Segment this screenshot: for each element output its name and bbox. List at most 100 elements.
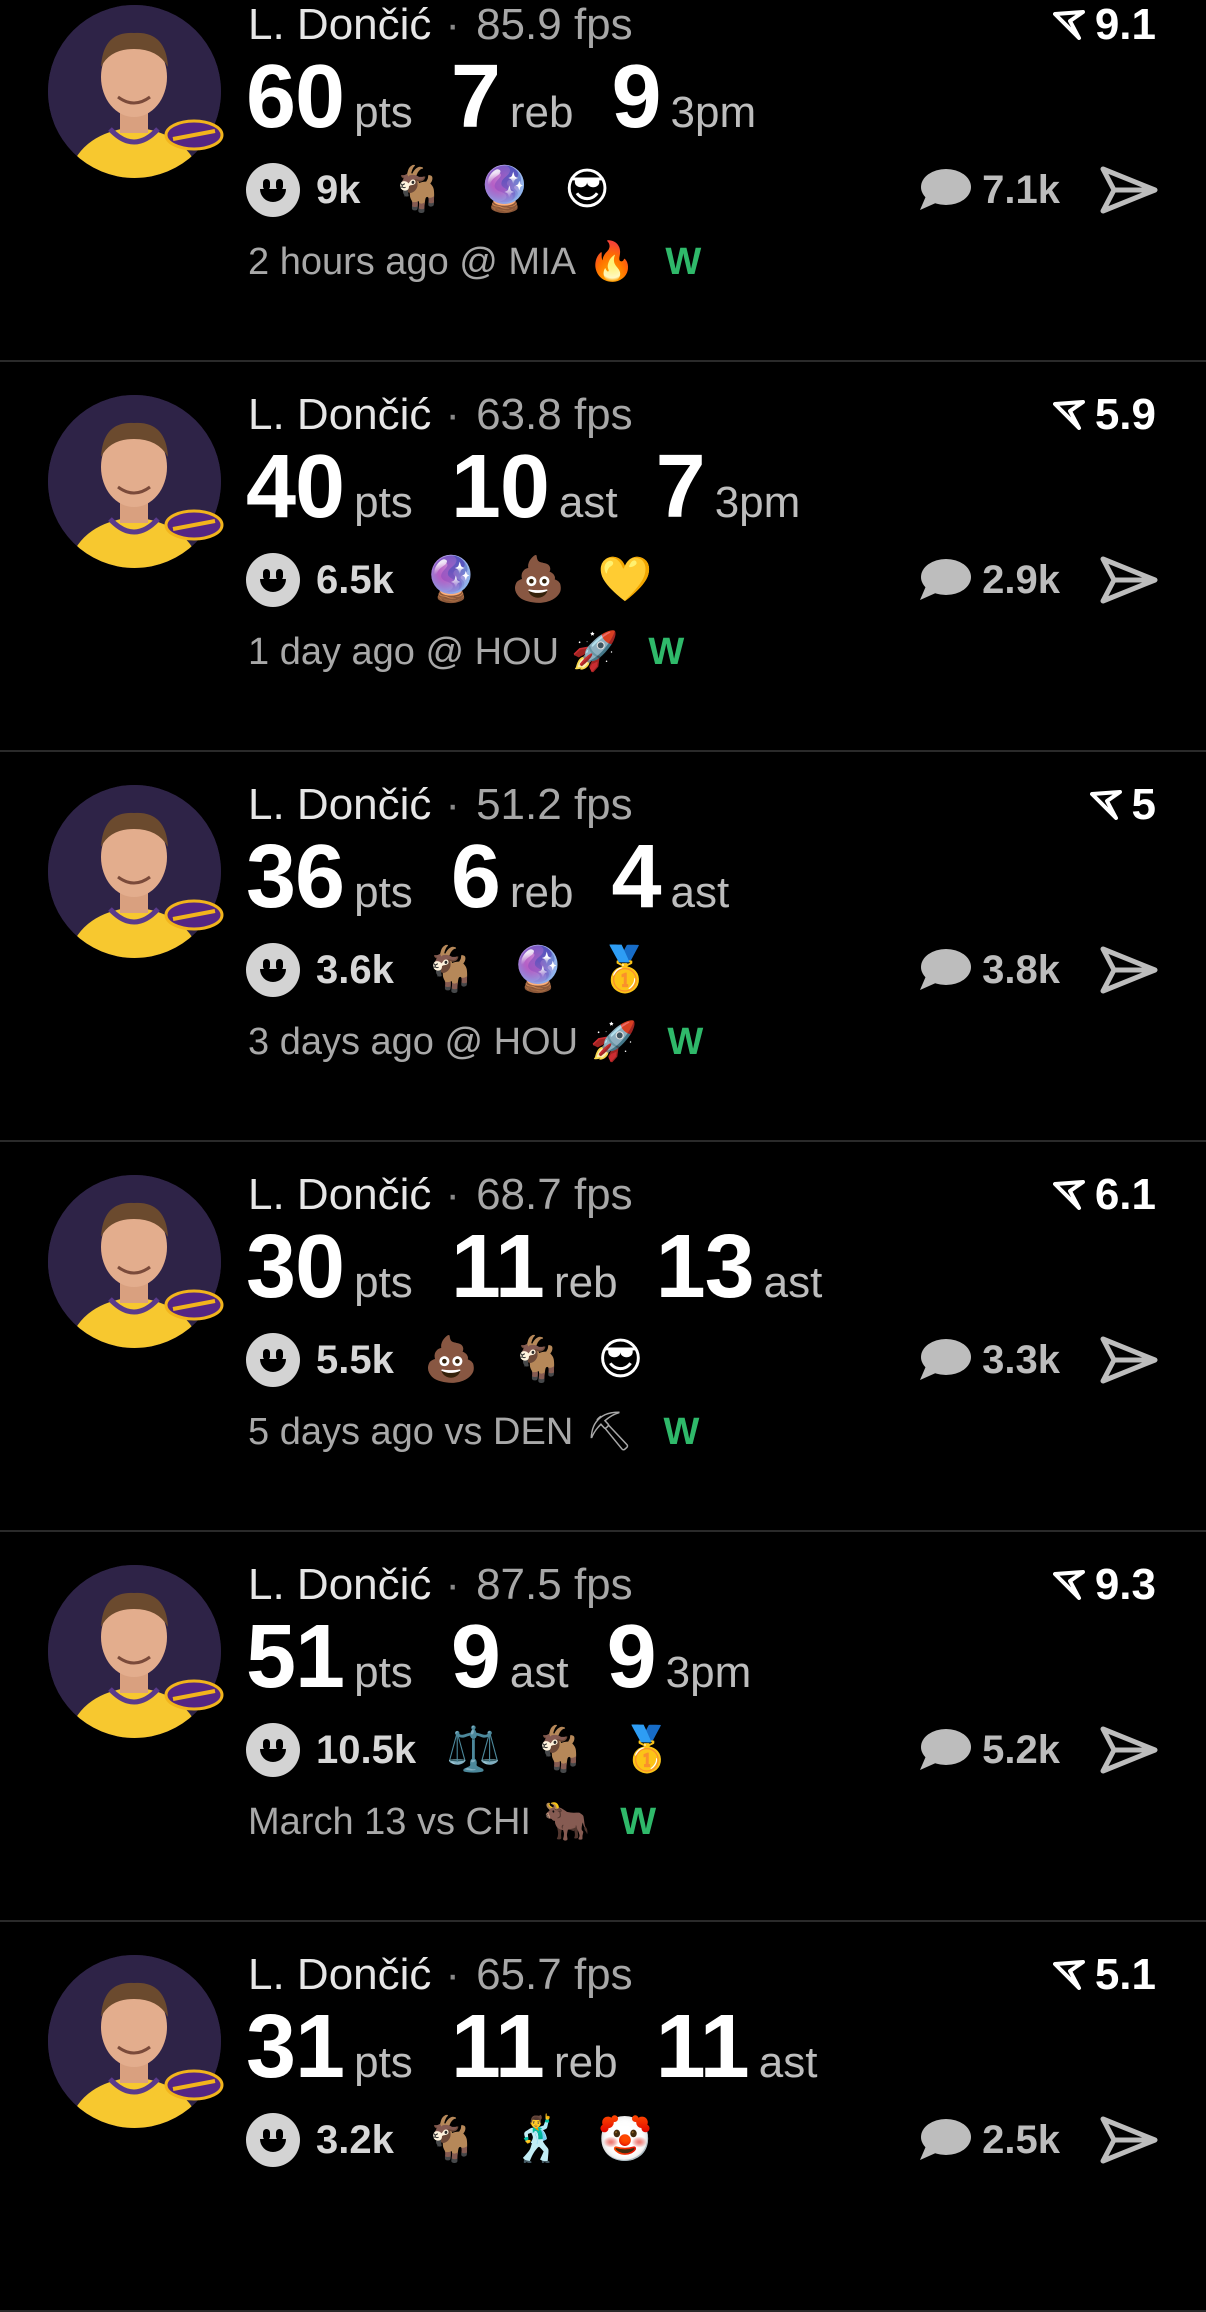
reaction-emojis: 🐐 🔮 🥇 (424, 948, 684, 992)
stat-value: 7 (450, 47, 501, 147)
player-name[interactable]: L. Dončić (248, 0, 431, 49)
reactions-bar: 5.5k 💩 🐐 😎 (246, 1330, 675, 1390)
reaction-emoji[interactable]: 🥇 (597, 945, 652, 994)
game-info: March 13 vs CHI 🐂 W (248, 1800, 656, 1844)
send-icon[interactable] (1100, 2114, 1158, 2166)
stat-label: reb (553, 1258, 618, 1307)
stat-label: pts (354, 868, 413, 917)
post-card-6[interactable]: L. Dončić · 65.7 fps 5.1 31 pts 11 reb 11 ast 3… (0, 1922, 1206, 2312)
game-result: W (648, 630, 685, 673)
comment-count: 2.5k (982, 2117, 1060, 2162)
stat-value: 30 (246, 1217, 345, 1317)
stat-label: pts (354, 2038, 413, 2087)
stat-value: 9 (606, 1607, 657, 1707)
post-card-5[interactable]: L. Dončić · 87.5 fps 9.3 51 pts 9 ast 9 3pm 10.… (0, 1532, 1206, 1922)
rating-flag-icon (1052, 400, 1085, 430)
reaction-count: 10.5k (316, 1727, 417, 1772)
stat-line: 60 pts 7 reb 9 3pm (246, 46, 794, 149)
stat-item: 7 reb (451, 46, 574, 149)
player-name[interactable]: L. Dončić (248, 1170, 431, 1219)
reaction-emoji[interactable]: 💩 (511, 555, 566, 604)
stat-value: 11 (450, 1217, 545, 1317)
reaction-emoji[interactable]: 💛 (597, 555, 652, 604)
rating: 9.1 (1052, 0, 1156, 50)
lakers-logo-icon (164, 1679, 224, 1711)
comment-bubble-icon[interactable] (916, 166, 972, 214)
opponent[interactable]: @ HOU (444, 1021, 578, 1064)
reaction-emoji[interactable]: 💩 (424, 1335, 479, 1384)
player-name[interactable]: L. Dončić (248, 780, 431, 829)
opponent[interactable]: @ HOU (425, 631, 559, 674)
reaction-emoji[interactable]: 😎 (597, 1335, 643, 1384)
reaction-face-icon[interactable] (246, 553, 300, 607)
stat-label: reb (509, 88, 574, 137)
reaction-emoji[interactable]: 🕺 (511, 2115, 566, 2164)
reaction-face-icon[interactable] (246, 163, 300, 217)
lakers-logo-icon (164, 899, 224, 931)
reaction-emoji[interactable]: 🐐 (391, 165, 446, 214)
reaction-emoji[interactable]: 🐐 (511, 1335, 566, 1384)
opponent[interactable]: @ MIA (459, 241, 576, 284)
reaction-emoji[interactable]: 😎 (564, 165, 610, 214)
comment-bubble-icon[interactable] (916, 556, 972, 604)
comment-bubble-icon[interactable] (916, 946, 972, 994)
fantasy-points: 68.7 fps (476, 1170, 633, 1219)
reaction-face-icon[interactable] (246, 1333, 300, 1387)
rating-value: 9.1 (1094, 0, 1156, 49)
stat-line: 40 pts 10 ast 7 3pm (246, 436, 838, 539)
opponent-logo-icon: 🚀 (590, 1021, 638, 1063)
send-icon[interactable] (1100, 1334, 1158, 1386)
rating-value: 6.1 (1094, 1170, 1156, 1219)
rating-flag-icon (1052, 1180, 1085, 1210)
reactions-bar: 3.2k 🐐 🕺 🤡 (246, 2110, 684, 2170)
separator-dot: · (445, 0, 461, 49)
post-card-3[interactable]: L. Dončić · 51.2 fps 5 36 pts 6 reb 4 ast 3.6k … (0, 752, 1206, 1142)
reaction-emoji[interactable]: 🔮 (424, 555, 479, 604)
reaction-face-icon[interactable] (246, 2113, 300, 2167)
post-actions: 7.1k (916, 160, 1158, 220)
reaction-emoji[interactable]: ⚖️ (446, 1725, 501, 1774)
post-card-2[interactable]: L. Dončić · 63.8 fps 5.9 40 pts 10 ast 7 3pm 6.… (0, 362, 1206, 752)
post-card-1[interactable]: L. Dončić · 85.9 fps 9.1 60 pts 7 reb 9 3pm 9k … (0, 0, 1206, 362)
comment-count: 2.9k (982, 557, 1060, 602)
stat-label: ast (509, 1648, 569, 1697)
stat-value: 31 (246, 1997, 345, 2097)
reaction-emoji[interactable]: 🤡 (597, 2115, 652, 2164)
reaction-emoji[interactable]: 🐐 (533, 1725, 588, 1774)
comment-bubble-icon[interactable] (916, 2116, 972, 2164)
reaction-emoji[interactable]: 🐐 (424, 945, 479, 994)
reaction-face-icon[interactable] (246, 943, 300, 997)
post-header: L. Dončić · 68.7 fps (248, 1170, 633, 1220)
rating: 5.9 (1052, 390, 1156, 440)
send-icon[interactable] (1100, 164, 1158, 216)
fantasy-points: 51.2 fps (476, 780, 633, 829)
opponent[interactable]: vs CHI (417, 1801, 531, 1844)
reaction-face-icon[interactable] (246, 1723, 300, 1777)
player-name[interactable]: L. Dončić (248, 1950, 431, 1999)
post-card-4[interactable]: L. Dončić · 68.7 fps 6.1 30 pts 11 reb 13 ast 5… (0, 1142, 1206, 1532)
time-ago: March 13 (248, 1800, 407, 1843)
stat-item: 40 pts (246, 436, 413, 539)
send-icon[interactable] (1100, 944, 1158, 996)
stat-label: ast (558, 478, 618, 527)
reaction-emoji[interactable]: 🔮 (477, 165, 532, 214)
reaction-emoji[interactable]: 🥇 (620, 1725, 675, 1774)
stat-value: 51 (246, 1607, 345, 1707)
comment-bubble-icon[interactable] (916, 1726, 972, 1774)
player-name[interactable]: L. Dončić (248, 1560, 431, 1609)
reaction-emoji[interactable]: 🐐 (424, 2115, 479, 2164)
opponent[interactable]: vs DEN (444, 1411, 573, 1454)
send-icon[interactable] (1100, 554, 1158, 606)
reaction-emoji[interactable]: 🔮 (511, 945, 566, 994)
time-ago: 3 days ago (248, 1020, 434, 1063)
stat-value: 4 (611, 827, 661, 927)
rating: 9.3 (1052, 1560, 1156, 1610)
player-name[interactable]: L. Dončić (248, 390, 431, 439)
stat-value: 36 (246, 827, 345, 927)
stat-item: 9 3pm (607, 1606, 752, 1709)
send-icon[interactable] (1100, 1724, 1158, 1776)
reaction-count: 3.6k (316, 947, 394, 992)
comment-count: 3.3k (982, 1337, 1060, 1382)
comment-bubble-icon[interactable] (916, 1336, 972, 1384)
post-header: L. Dončić · 63.8 fps (248, 390, 633, 440)
